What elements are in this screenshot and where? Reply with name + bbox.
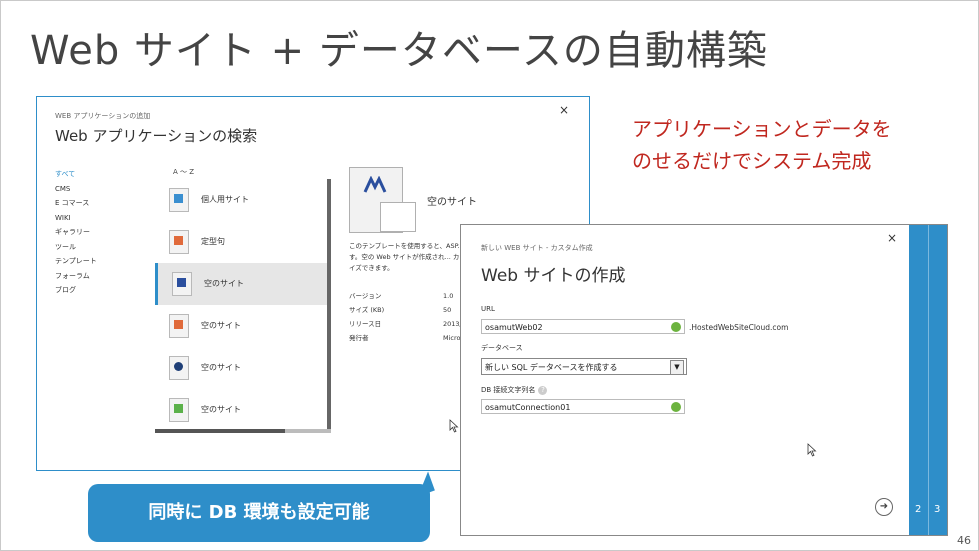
category-item[interactable]: フォーラム bbox=[55, 269, 97, 284]
wizard-step[interactable]: 2 bbox=[915, 504, 921, 515]
close-icon[interactable]: × bbox=[559, 103, 569, 117]
url-input[interactable]: osamutWeb02 bbox=[481, 319, 685, 334]
slide-note-line: アプリケーションとデータを bbox=[632, 117, 892, 141]
category-item[interactable]: テンプレート bbox=[55, 254, 97, 269]
app-list-item[interactable]: 空のサイト bbox=[155, 389, 327, 431]
url-label: URL bbox=[481, 305, 495, 313]
app-icon bbox=[169, 398, 189, 422]
folder-icon bbox=[380, 202, 416, 232]
sort-label[interactable]: A ～ Z bbox=[173, 167, 194, 177]
url-suffix: .HostedWebSiteCloud.com bbox=[689, 323, 789, 332]
app-list: 個人用サイト 定型句 空のサイト 空のサイト 空のサイト 空のサイト bbox=[155, 179, 327, 431]
prop-key: バージョン bbox=[349, 292, 382, 300]
slide-note-line: のせるだけでシステム完成 bbox=[632, 149, 872, 173]
category-item[interactable]: CMS bbox=[55, 182, 97, 197]
aspnet-file-icon bbox=[349, 167, 416, 233]
aspnet-logo-icon bbox=[363, 176, 387, 193]
app-label: 空のサイト bbox=[204, 279, 244, 288]
connection-name-label-text: DB 接続文字列名 bbox=[481, 386, 536, 394]
dialog-title: Web サイトの作成 bbox=[481, 266, 626, 286]
prop-key: リリース日 bbox=[349, 320, 382, 328]
category-item[interactable]: WIKI bbox=[55, 211, 97, 226]
prop-key: サイズ (KB) bbox=[349, 306, 385, 314]
breadcrumb: 新しい WEB サイト - カスタム作成 bbox=[481, 244, 593, 252]
app-label: 空のサイト bbox=[201, 363, 241, 372]
app-list-item[interactable]: 定型句 bbox=[155, 221, 327, 263]
wizard-step-rail: 2 3 bbox=[909, 225, 947, 535]
app-icon bbox=[172, 272, 192, 296]
horizontal-scrollbar[interactable] bbox=[155, 429, 331, 433]
database-select-value: 新しい SQL データベースを作成する bbox=[485, 363, 618, 372]
database-select[interactable]: 新しい SQL データベースを作成する ▼ bbox=[481, 358, 687, 375]
wizard-step[interactable]: 3 bbox=[934, 504, 940, 515]
list-scrollbar[interactable] bbox=[327, 179, 331, 429]
breadcrumb: WEB アプリケーションの追加 bbox=[55, 112, 151, 120]
prop-value: Micro bbox=[443, 334, 461, 342]
app-list-item[interactable]: 空のサイト bbox=[155, 263, 327, 305]
scroll-thumb[interactable] bbox=[155, 429, 285, 433]
app-icon bbox=[169, 230, 189, 254]
slide-title: Web サイト + データベースの自動構築 bbox=[30, 28, 768, 74]
category-item[interactable]: E コマース bbox=[55, 196, 97, 211]
url-input-value: osamutWeb02 bbox=[485, 323, 543, 332]
app-detail-name: 空のサイト bbox=[427, 197, 477, 208]
prop-key: 発行者 bbox=[349, 334, 369, 342]
connection-name-input[interactable]: osamutConnection01 bbox=[481, 399, 685, 414]
prop-value: 2013/ bbox=[443, 320, 462, 328]
category-item[interactable]: ツール bbox=[55, 240, 97, 255]
app-label: 個人用サイト bbox=[201, 195, 249, 204]
mouse-cursor-icon bbox=[449, 419, 459, 433]
app-list-item[interactable]: 個人用サイト bbox=[155, 179, 327, 221]
mouse-cursor-icon bbox=[807, 443, 817, 457]
next-arrow-button[interactable]: ➜ bbox=[875, 498, 893, 516]
app-label: 定型句 bbox=[201, 237, 225, 246]
app-icon bbox=[169, 356, 189, 380]
valid-check-icon bbox=[671, 322, 681, 332]
dialog-title: Web アプリケーションの検索 bbox=[55, 127, 258, 145]
category-item[interactable]: すべて bbox=[55, 167, 97, 182]
help-icon[interactable]: ? bbox=[538, 386, 548, 395]
connection-name-value: osamutConnection01 bbox=[485, 403, 571, 412]
slide-note: アプリケーションとデータを のせるだけでシステム完成 bbox=[632, 113, 892, 177]
app-label: 空のサイト bbox=[201, 321, 241, 330]
app-icon bbox=[169, 314, 189, 338]
page-number: 46 bbox=[957, 534, 971, 547]
app-icon bbox=[169, 188, 189, 212]
app-list-item[interactable]: 空のサイト bbox=[155, 305, 327, 347]
category-list: すべて CMS E コマース WIKI ギャラリー ツール テンプレート フォー… bbox=[55, 167, 97, 298]
callout-box: 同時に DB 環境も設定可能 bbox=[88, 484, 430, 542]
app-label: 空のサイト bbox=[201, 405, 241, 414]
category-item[interactable]: ブログ bbox=[55, 283, 97, 298]
prop-value: 1.0 bbox=[443, 292, 454, 300]
valid-check-icon bbox=[671, 402, 681, 412]
database-label: データベース bbox=[481, 344, 523, 352]
category-item[interactable]: ギャラリー bbox=[55, 225, 97, 240]
connection-name-label: DB 接続文字列名? bbox=[481, 385, 548, 395]
app-list-item[interactable]: 空のサイト bbox=[155, 347, 327, 389]
rail-divider bbox=[928, 225, 929, 535]
prop-value: 50 bbox=[443, 306, 452, 314]
chevron-down-icon[interactable]: ▼ bbox=[670, 360, 684, 375]
create-website-dialog: 2 3 × 新しい WEB サイト - カスタム作成 Web サイトの作成 UR… bbox=[460, 224, 948, 536]
close-icon[interactable]: × bbox=[887, 231, 897, 245]
